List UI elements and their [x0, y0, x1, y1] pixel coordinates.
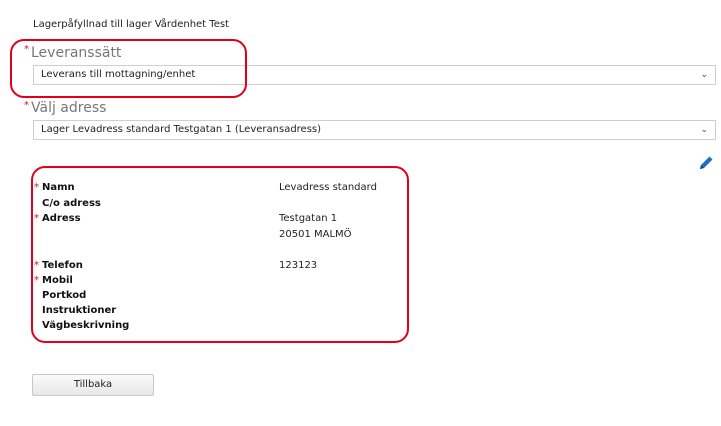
phone-value: 123123: [279, 260, 318, 271]
phone-label: Telefon: [42, 260, 83, 271]
directions-label: Vägbeskrivning: [42, 320, 130, 331]
delivery-method-value: Leverans till mottagning/enhet: [41, 69, 196, 80]
address-line1: Testgatan 1: [279, 213, 338, 224]
required-marker: *: [34, 260, 39, 271]
delivery-method-select[interactable]: Leverans till mottagning/enhet ⌄: [33, 65, 716, 85]
required-marker: *: [24, 100, 29, 111]
required-marker: *: [24, 44, 29, 55]
page-caption: Lagerpåfyllnad till lager Vårdenhet Test: [33, 19, 229, 30]
required-marker: *: [34, 182, 39, 193]
pencil-icon[interactable]: [697, 154, 715, 172]
address-select[interactable]: Lager Levadress standard Testgatan 1 (Le…: [33, 120, 716, 140]
required-marker: *: [34, 275, 39, 286]
address-select-value: Lager Levadress standard Testgatan 1 (Le…: [41, 124, 322, 135]
portcode-label: Portkod: [42, 290, 87, 301]
address-label: Adress: [42, 213, 81, 224]
address-line2: 20501 MALMÖ: [279, 229, 352, 240]
co-address-label: C/o adress: [42, 198, 101, 209]
required-marker: *: [34, 213, 39, 224]
name-value: Levadress standard: [279, 182, 377, 193]
back-button[interactable]: Tillbaka: [32, 374, 154, 396]
mobile-label: Mobil: [42, 275, 73, 286]
delivery-method-label: Leveranssätt: [31, 45, 122, 61]
chevron-down-icon: ⌄: [700, 125, 708, 135]
instructions-label: Instruktioner: [42, 305, 117, 316]
address-select-label: Välj adress: [31, 100, 107, 116]
name-label: Namn: [42, 182, 75, 193]
chevron-down-icon: ⌄: [700, 70, 708, 80]
